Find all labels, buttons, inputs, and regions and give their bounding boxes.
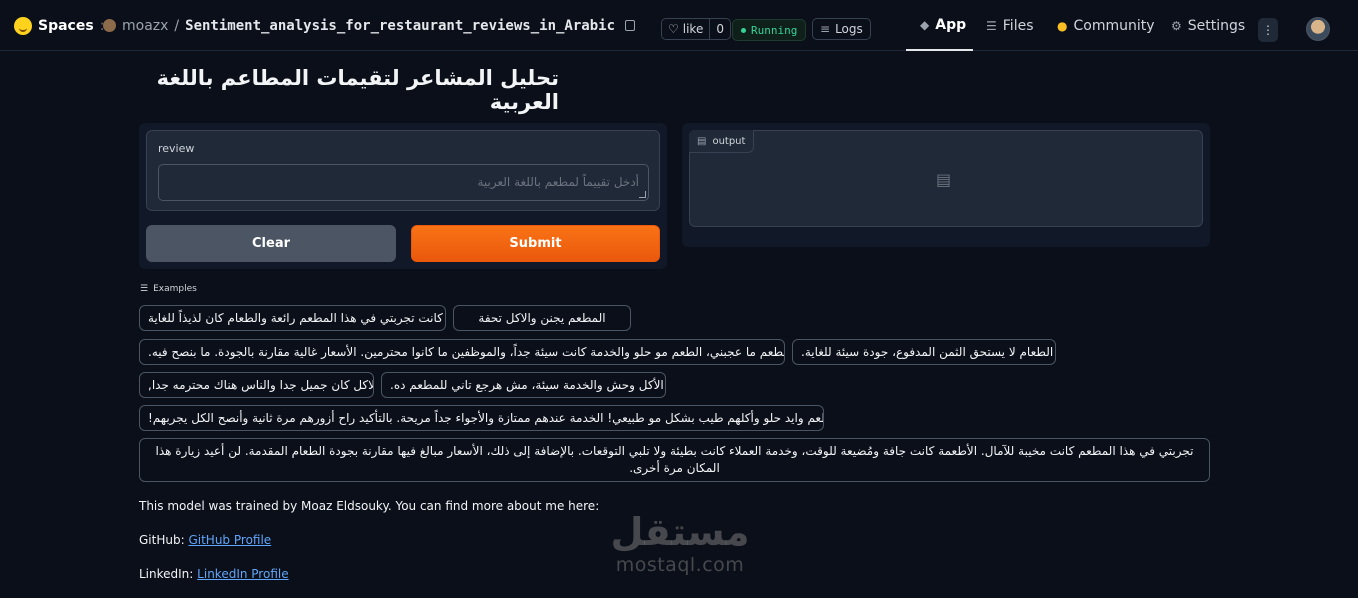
example-item[interactable]: الطعام لا يستحق الثمن المدفوع، جودة سيئة… xyxy=(792,339,1056,365)
watermark-latin: mostaql.com xyxy=(615,554,745,576)
resize-handle-icon[interactable] xyxy=(639,191,646,198)
linkedin-line: LinkedIn: LinkedIn Profile xyxy=(139,567,289,581)
github-label: GitHub: xyxy=(139,533,185,547)
spaces-link[interactable]: Spaces : xyxy=(14,0,104,51)
like-count: 0 xyxy=(716,22,724,36)
example-item[interactable]: المطعم ما عجبني، الطعم مو حلو والخدمة كا… xyxy=(139,339,785,365)
tab-community[interactable]: ● Community xyxy=(1057,0,1155,51)
owner-avatar xyxy=(103,19,116,32)
submit-button[interactable]: Submit xyxy=(411,225,660,262)
linkedin-label: LinkedIn: xyxy=(139,567,194,581)
example-item[interactable]: الأكل وحش والخدمة سيئة، مش هرجع تاني للم… xyxy=(381,372,666,398)
top-navigation-bar: Spaces : moazx / Sentiment_analysis_for_… xyxy=(0,0,1358,51)
mostaql-watermark: مستقل mostaql.com xyxy=(600,510,760,576)
tab-settings[interactable]: ⚙ Settings xyxy=(1171,0,1245,51)
review-textarea[interactable] xyxy=(158,164,649,201)
tab-app-label: App xyxy=(935,16,967,33)
like-button[interactable]: ♡ like 0 xyxy=(661,18,731,40)
example-item[interactable]: المطعم وايد حلو وأكلهم طيب بشكل مو طبيعي… xyxy=(139,405,824,431)
label-icon: ▤ xyxy=(697,135,707,147)
repo-breadcrumb: moazx / Sentiment_analysis_for_restauran… xyxy=(103,0,636,51)
community-icon: ● xyxy=(1057,18,1068,33)
github-line: GitHub: GitHub Profile xyxy=(139,533,271,547)
copy-icon[interactable] xyxy=(625,20,636,31)
logs-icon: ≡ xyxy=(820,22,831,36)
status-label: Running xyxy=(751,23,798,37)
files-icon: ☰ xyxy=(986,18,997,33)
repo-name-link[interactable]: Sentiment_analysis_for_restaurant_review… xyxy=(185,18,615,34)
spaces-label: Spaces xyxy=(38,17,94,34)
like-label: like xyxy=(682,22,704,36)
example-item[interactable]: كانت تجربتي في هذا المطعم رائعة والطعام … xyxy=(139,305,446,331)
review-label: review xyxy=(158,142,195,155)
output-label: output xyxy=(712,135,746,147)
example-item[interactable]: تجربتي في هذا المطعم كانت مخيبة للآمال. … xyxy=(139,438,1210,482)
logs-label: Logs xyxy=(835,22,863,36)
gear-icon: ⚙ xyxy=(1171,18,1182,33)
clear-button[interactable]: Clear xyxy=(146,225,396,262)
example-item[interactable]: الاكل كان جميل جدا والناس هناك محترمه جد… xyxy=(139,372,374,398)
github-profile-link[interactable]: GitHub Profile xyxy=(188,533,271,547)
heart-icon: ♡ xyxy=(668,22,679,36)
hugging-face-logo-icon xyxy=(14,16,32,35)
tab-app[interactable]: ◆ App xyxy=(906,0,973,51)
logs-button[interactable]: ≡ Logs xyxy=(812,18,871,40)
about-text: This model was trained by Moaz Eldsouky.… xyxy=(139,499,600,513)
example-item[interactable]: المطعم يجنن والاكل تحفة xyxy=(453,305,631,331)
tab-files-label: Files xyxy=(1002,17,1034,34)
examples-header: ☰ Examples xyxy=(140,284,197,294)
linkedin-profile-link[interactable]: LinkedIn Profile xyxy=(197,567,288,581)
tab-files[interactable]: ☰ Files xyxy=(986,0,1034,51)
cube-icon: ◆ xyxy=(920,17,930,32)
status-badge[interactable]: Running xyxy=(732,19,807,41)
tab-community-label: Community xyxy=(1073,17,1155,34)
list-icon: ☰ xyxy=(140,284,149,294)
more-options-icon[interactable]: ⋮ xyxy=(1258,18,1278,42)
page-title: تحليل المشاعر لتقيمات المطاعم باللغة الع… xyxy=(156,66,559,114)
status-dot-icon xyxy=(741,27,746,33)
owner-link[interactable]: moazx xyxy=(122,18,168,34)
breadcrumb-separator: / xyxy=(174,17,180,34)
chart-placeholder-icon: ▤ xyxy=(936,170,952,189)
watermark-arabic: مستقل xyxy=(610,510,750,554)
tab-settings-label: Settings xyxy=(1187,17,1246,34)
output-label-tag: ▤ output xyxy=(689,130,755,153)
user-avatar[interactable] xyxy=(1306,17,1330,41)
examples-label: Examples xyxy=(153,284,197,294)
